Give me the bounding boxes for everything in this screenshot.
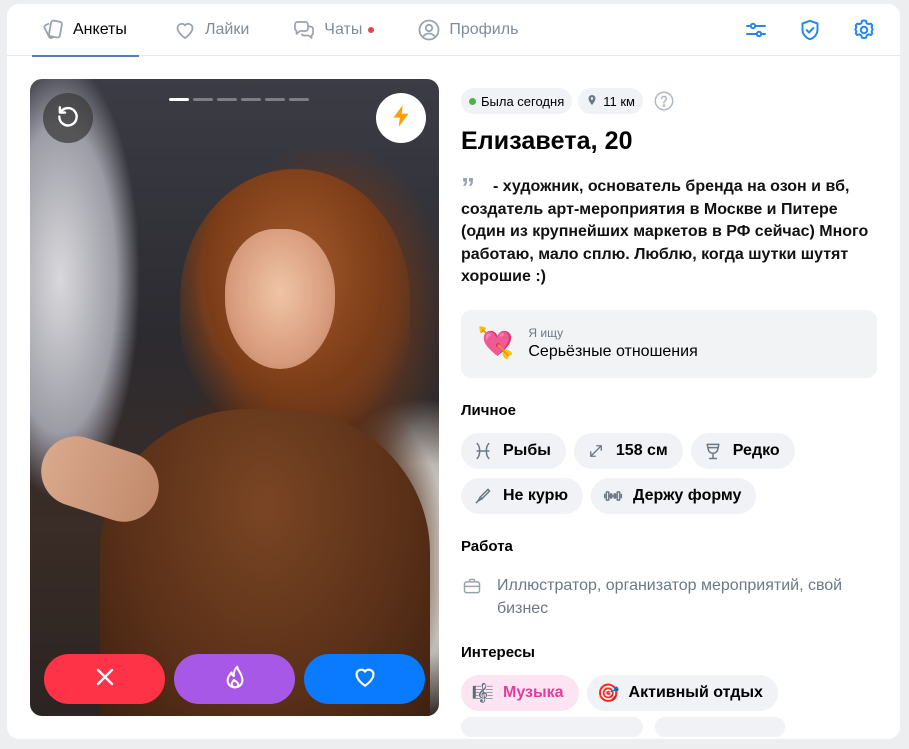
chat-bubbles-icon	[292, 18, 316, 42]
profile-bio: ” - художник, основатель бренда на озон …	[461, 172, 877, 289]
location-pin-icon	[586, 94, 598, 109]
interests-section-title: Интересы	[461, 643, 535, 661]
tab-label: Чаты	[324, 20, 363, 38]
work-section-title: Работа	[461, 537, 513, 555]
seeking-value: Серьёзные отношения	[528, 343, 698, 360]
tag-label: Активный отдых	[628, 683, 763, 701]
seeking-text: Я ищу Серьёзные отношения	[528, 326, 697, 361]
interest-active-rest[interactable]: 🎯 Активный отдых	[586, 674, 778, 711]
shield-check-icon[interactable]	[796, 16, 824, 44]
profile-card: Анкеты Лайки Чаты Профиль Была сегодня 1…	[7, 4, 900, 739]
pisces-icon	[473, 441, 493, 461]
heart-with-arrow-emoji: 💘	[477, 326, 515, 360]
tab-likes[interactable]: Лайки	[139, 4, 258, 56]
photo-progress-segment[interactable]	[217, 98, 237, 101]
interest-music[interactable]: 🎼 Музыка	[461, 674, 579, 711]
help-icon[interactable]	[653, 90, 675, 112]
interest-tags: 🎼 Музыка 🎯 Активный отдых	[461, 674, 877, 711]
nav-actions	[742, 16, 878, 44]
tab-chats[interactable]: Чаты	[258, 4, 383, 56]
flame-icon	[222, 664, 248, 695]
tag-label: Редко	[732, 441, 780, 459]
tag-height: 158 см	[573, 432, 683, 469]
personal-section-title: Личное	[461, 401, 517, 419]
boost-button[interactable]	[376, 93, 426, 143]
online-status-text: Была сегодня	[481, 93, 565, 109]
target-emoji: 🎯	[597, 682, 620, 703]
photo-progress-segment[interactable]	[289, 98, 309, 101]
photo-figure-face	[225, 229, 335, 369]
gear-icon[interactable]	[850, 16, 878, 44]
profile-name: Елизавета, 20	[461, 127, 633, 155]
photo-progress-segment[interactable]	[241, 98, 261, 101]
photo-progress-indicator	[169, 98, 309, 101]
rewind-button[interactable]	[43, 93, 93, 143]
personal-tags: Рыбы 158 см Редко Не курю Держу форму	[461, 432, 877, 514]
tab-label: Анкеты	[73, 20, 127, 38]
tag-alcohol: Редко	[690, 432, 795, 469]
profile-icon	[417, 18, 441, 42]
photo-progress-segment[interactable]	[265, 98, 285, 101]
tab-ankety[interactable]: Анкеты	[7, 4, 139, 57]
online-status-chip: Была сегодня	[461, 88, 573, 114]
seeking-card: 💘 Я ищу Серьёзные отношения	[461, 309, 877, 378]
unread-badge	[368, 26, 375, 33]
interest-partial-chip	[655, 716, 785, 737]
profile-photo[interactable]	[30, 79, 439, 716]
rewind-icon	[55, 103, 81, 134]
heart-outline-icon	[173, 18, 197, 42]
online-dot	[469, 97, 476, 105]
work-row: Иллюстратор, организатор мероприятий, св…	[461, 574, 877, 620]
quote-icon: ”	[461, 172, 475, 203]
more-interests-partial	[461, 716, 877, 737]
photo-progress-segment[interactable]	[193, 98, 213, 101]
distance-chip: 11 км	[578, 88, 643, 114]
swipe-actions	[44, 654, 425, 704]
top-navigation: Анкеты Лайки Чаты Профиль	[7, 4, 900, 57]
tab-label: Лайки	[205, 20, 250, 38]
briefcase-icon	[461, 575, 483, 597]
tag-label: 158 см	[615, 441, 668, 459]
tag-label: Не курю	[503, 486, 569, 504]
music-emoji: 🎼	[471, 682, 495, 703]
tag-label: Рыбы	[503, 441, 551, 459]
work-text: Иллюстратор, организатор мероприятий, св…	[497, 576, 843, 617]
tag-smoking: Не курю	[461, 477, 584, 514]
tab-label: Профиль	[449, 20, 519, 38]
close-icon	[93, 665, 117, 694]
tag-zodiac: Рыбы	[461, 432, 566, 469]
cards-icon	[41, 18, 65, 42]
heart-icon	[352, 664, 378, 695]
status-row: Была сегодня 11 км	[461, 88, 877, 114]
height-arrows-icon	[586, 441, 606, 461]
seeking-label: Я ищу	[528, 326, 564, 340]
interest-partial-chip	[461, 716, 643, 737]
boost-lightning-icon	[388, 103, 414, 134]
dislike-button[interactable]	[44, 654, 165, 704]
tag-label: Музыка	[503, 683, 564, 701]
distance-text: 11 км	[603, 93, 635, 109]
tag-sport: Держу форму	[591, 477, 757, 514]
tab-profile[interactable]: Профиль	[383, 4, 527, 56]
dumbbell-icon	[603, 486, 623, 506]
super-like-button[interactable]	[174, 654, 295, 704]
bio-text: - художник, основатель бренда на озон и …	[461, 178, 869, 285]
tag-label: Держу форму	[633, 486, 742, 504]
filters-icon[interactable]	[742, 16, 770, 44]
no-smoking-icon	[473, 486, 493, 506]
photo-progress-segment[interactable]	[169, 98, 189, 101]
like-button[interactable]	[304, 654, 425, 704]
wine-glass-icon	[703, 441, 723, 461]
profile-info: Была сегодня 11 км Елизавета, 20 ” - худ…	[461, 88, 877, 737]
